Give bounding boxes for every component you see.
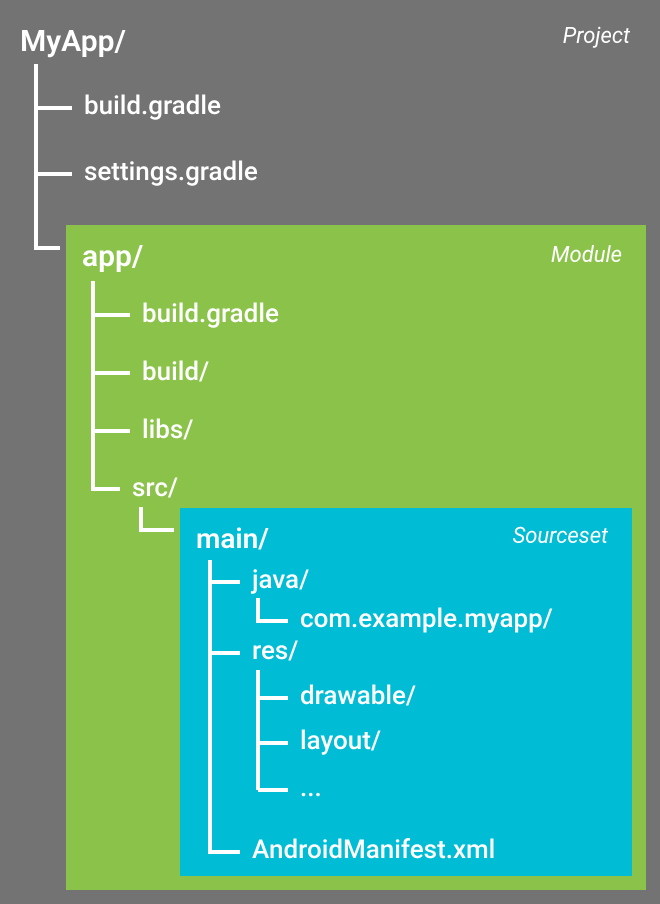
sourceset-dir-java: java/ [252, 565, 309, 595]
sourceset-dir-drawable: drawable/ [300, 681, 416, 711]
module-dir-build: build/ [142, 357, 209, 387]
sourceset-dir-res: res/ [252, 636, 298, 666]
project-container: Project MyApp/ build.gradle settings.gra… [0, 0, 660, 904]
sourceset-dir-layout: layout/ [300, 726, 381, 756]
sourceset-ellipsis: ... [300, 773, 322, 803]
project-file-build-gradle: build.gradle [84, 91, 221, 121]
project-label: Project [563, 24, 630, 49]
module-file-build-gradle: build.gradle [142, 299, 279, 329]
sourceset-manifest: AndroidManifest.xml [252, 835, 495, 865]
module-dir-libs: libs/ [142, 415, 193, 445]
sourceset-label: Sourceset [513, 524, 608, 549]
module-container: Module app/ build.gradle build/ libs/ sr… [66, 225, 646, 890]
project-root-name: MyApp/ [20, 24, 126, 59]
module-dir-src: src/ [132, 473, 178, 503]
sourceset-package: com.example.myapp/ [300, 604, 553, 634]
sourceset-name: main/ [196, 522, 269, 555]
module-label: Module [551, 243, 622, 268]
sourceset-container: Sourceset main/ java/ com.example.myapp/… [180, 508, 632, 876]
project-file-settings-gradle: settings.gradle [84, 157, 258, 187]
module-name: app/ [82, 239, 143, 274]
